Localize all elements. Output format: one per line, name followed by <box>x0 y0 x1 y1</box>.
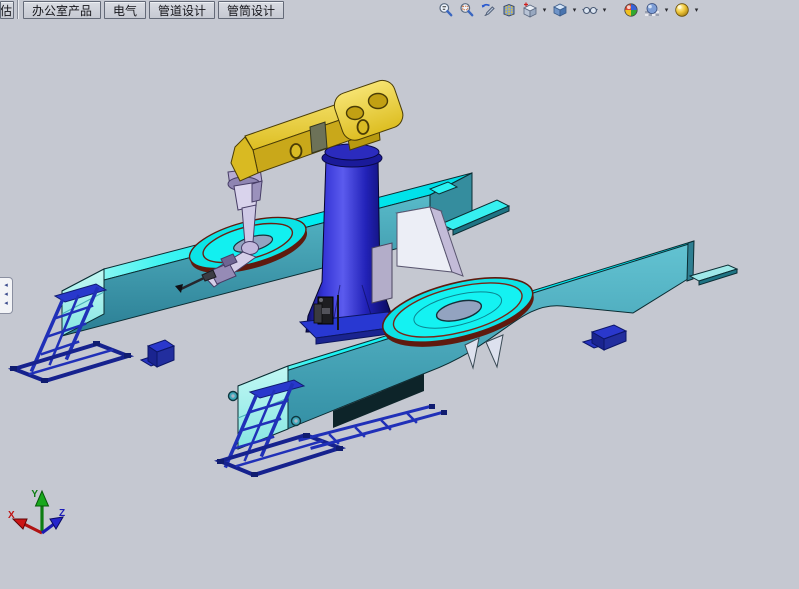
zoom-to-area-icon[interactable] <box>457 1 476 19</box>
cad-window: Y X Z 估 办公室产品 电气 管道设计 管筒设计 <box>0 0 799 589</box>
fixture-gray-plate[interactable] <box>372 243 392 303</box>
triad-y-label: Y <box>31 489 38 500</box>
panel-arrow-icon: ◂ <box>4 282 8 291</box>
display-style-dropdown[interactable]: ▾ <box>571 6 578 14</box>
command-bar: 估 办公室产品 电气 管道设计 管筒设计 ▾ <box>0 0 799 20</box>
viewport-3d[interactable]: Y X Z <box>0 0 799 589</box>
display-style-icon[interactable] <box>550 1 569 19</box>
apply-scene-icon[interactable] <box>642 1 661 19</box>
robot-boom[interactable] <box>231 77 406 181</box>
rotate-view-icon[interactable] <box>478 1 497 19</box>
triad-z-label: Z <box>59 508 65 519</box>
edit-appearance-icon[interactable] <box>621 1 640 19</box>
tab-piping-design[interactable]: 管道设计 <box>149 1 215 19</box>
triad-x-label: X <box>8 510 15 521</box>
zoom-in-out-icon[interactable] <box>436 1 455 19</box>
command-tabs: 估 办公室产品 电气 管道设计 管筒设计 <box>0 0 287 20</box>
front-beam-support-bracket[interactable] <box>583 325 626 350</box>
hide-show-items-icon[interactable] <box>580 1 599 19</box>
view-orientation-icon[interactable] <box>520 1 539 19</box>
reference-triad: Y X Z <box>8 489 65 533</box>
view-settings-dropdown[interactable]: ▾ <box>693 6 700 14</box>
view-settings-icon[interactable] <box>672 1 691 19</box>
triad-z-axis: Z <box>42 508 65 533</box>
feature-panel-expand-tab[interactable]: ◂ ◂ ◂ <box>0 277 13 314</box>
hide-show-items-dropdown[interactable]: ▾ <box>601 6 608 14</box>
tab-electrical[interactable]: 电气 <box>104 1 146 19</box>
section-view-icon[interactable] <box>499 1 518 19</box>
panel-arrow-icon: ◂ <box>4 291 8 300</box>
back-beam-support-bracket[interactable] <box>141 340 174 367</box>
tab-office-products[interactable]: 办公室产品 <box>23 1 101 19</box>
view-toolbar: ▾ ▾ ▾ ▾ ▾ <box>436 1 700 19</box>
view-orientation-dropdown[interactable]: ▾ <box>541 6 548 14</box>
boom-mid-joint[interactable] <box>310 122 327 153</box>
tab-tubing-design[interactable]: 管筒设计 <box>218 1 284 19</box>
panel-arrow-icon: ◂ <box>4 300 8 309</box>
triad-y-axis: Y <box>31 489 48 533</box>
tab-evaluate-partial[interactable]: 估 <box>0 1 14 19</box>
triad-x-axis: X <box>8 510 42 533</box>
tab-separator <box>17 0 19 19</box>
apply-scene-dropdown[interactable]: ▾ <box>663 6 670 14</box>
